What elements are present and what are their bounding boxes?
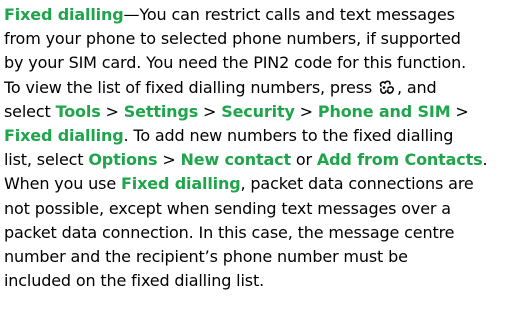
text-run: When you use xyxy=(4,174,121,194)
text-line: Fixed dialling—You can restrict calls an… xyxy=(4,3,508,27)
path-separator: > xyxy=(157,150,181,170)
menu-path-tools: Tools xyxy=(55,101,101,121)
text-line: not possible, except when sending text m… xyxy=(4,197,508,221)
menu-path-new-contact: New contact xyxy=(180,150,292,170)
text-run: , packet data connections are xyxy=(240,174,474,194)
menu-path-security: Security xyxy=(221,101,295,121)
text-run: by your SIM card. You need the PIN2 code… xyxy=(4,53,467,73)
text-line: by your SIM card. You need the PIN2 code… xyxy=(4,51,508,75)
text-line: number and the recipient’s phone number … xyxy=(4,245,508,269)
path-separator: > xyxy=(198,101,222,121)
text-line: Fixed dialling. To add new numbers to th… xyxy=(4,124,508,148)
text-line: select Tools > Settings > Security > Pho… xyxy=(4,100,508,124)
menu-key-icon xyxy=(378,79,396,95)
text-run: packet data connection. In this case, th… xyxy=(4,222,455,242)
text-line: from your phone to selected phone number… xyxy=(4,27,508,51)
path-separator: > xyxy=(450,101,469,121)
text-run: , and xyxy=(397,77,437,97)
text-line: list, select Options > New contact or Ad… xyxy=(4,148,508,172)
fixed-dialling-title: Fixed dialling xyxy=(4,5,124,24)
menu-path-options: Options xyxy=(88,150,158,170)
text-run: select xyxy=(4,101,56,121)
menu-path-settings: Settings xyxy=(123,101,199,121)
menu-path-add-from-contacts: Add from Contacts xyxy=(316,150,483,170)
fixed-dialling-paragraph: Fixed dialling—You can restrict calls an… xyxy=(0,0,512,293)
text-line: packet data connection. In this case, th… xyxy=(4,221,508,245)
text-line: When you use Fixed dialling, packet data… xyxy=(4,172,508,196)
text-line: included on the fixed dialling list. xyxy=(4,269,508,293)
text-run: from your phone to selected phone number… xyxy=(4,29,461,49)
text-run: number and the recipient’s phone number … xyxy=(4,247,408,267)
text-run: —You can restrict calls and text message… xyxy=(123,5,455,24)
path-separator: > xyxy=(294,101,318,121)
fixed-dialling-term: Fixed dialling xyxy=(120,174,241,194)
text-run: To view the list of fixed dialling numbe… xyxy=(4,77,378,97)
path-separator: > xyxy=(100,101,124,121)
text-run: included on the fixed dialling list. xyxy=(4,271,265,291)
text-run: . To add new numbers to the fixed dialli… xyxy=(123,126,454,146)
text-run: not possible, except when sending text m… xyxy=(4,198,451,218)
text-run: or xyxy=(290,150,317,170)
menu-path-phone-and-sim: Phone and SIM xyxy=(317,101,451,121)
menu-path-fixed-dialling: Fixed dialling xyxy=(4,126,124,146)
text-run: . xyxy=(482,150,488,170)
text-line: To view the list of fixed dialling numbe… xyxy=(4,76,508,100)
text-run: list, select xyxy=(4,150,89,170)
